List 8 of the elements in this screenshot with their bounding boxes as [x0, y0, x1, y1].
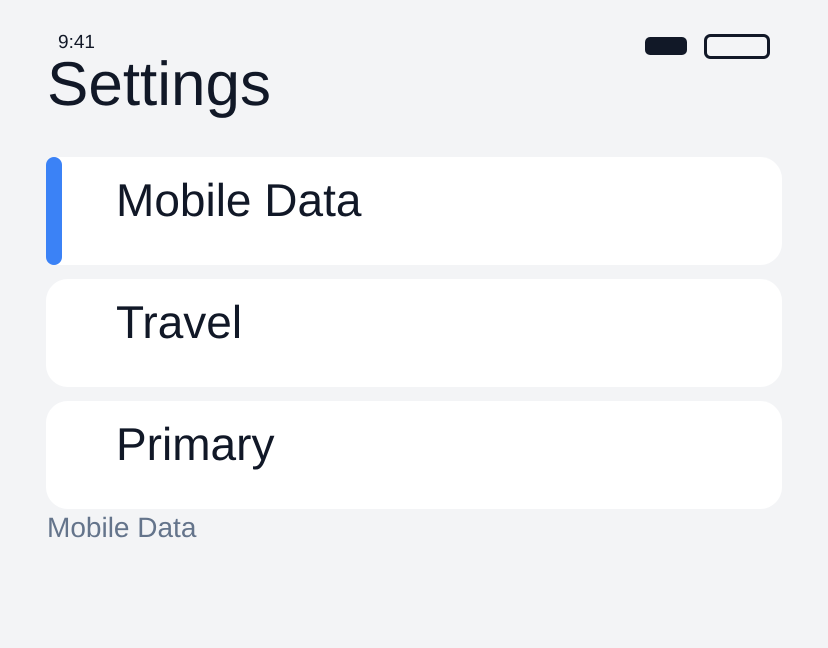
battery-icon	[704, 34, 770, 58]
settings-item[interactable]: Travel	[46, 279, 782, 387]
page-title: Settings	[47, 54, 272, 116]
settings-item[interactable]: Mobile Data	[46, 157, 782, 265]
bar-icon	[645, 37, 687, 55]
status-time: 9:41	[58, 34, 95, 51]
settings-item[interactable]: Primary	[46, 401, 782, 509]
caption-text: Mobile Data	[47, 512, 198, 544]
